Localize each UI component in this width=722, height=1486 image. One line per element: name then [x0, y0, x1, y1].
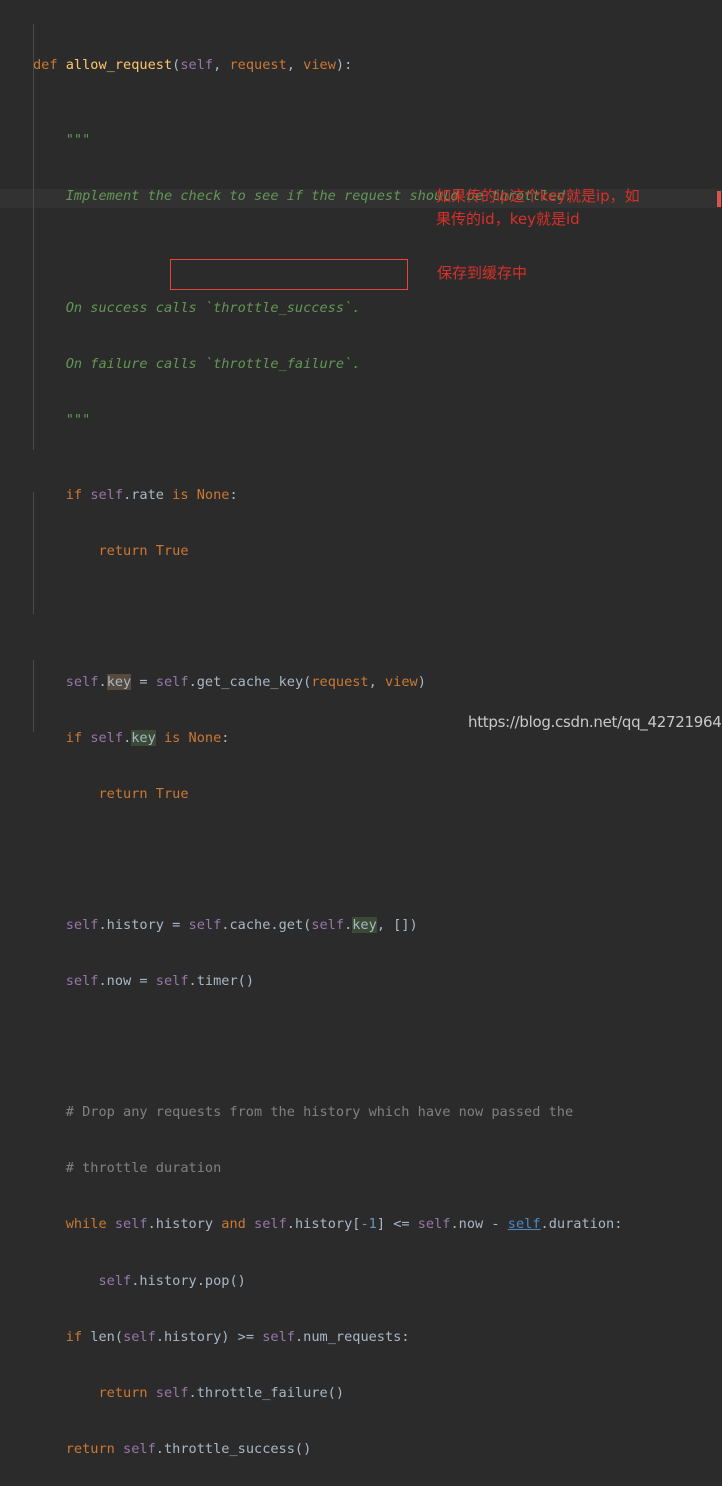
code-line[interactable]: if self.key is None:	[0, 729, 722, 748]
code-line[interactable]: return True	[0, 785, 722, 804]
code-editor-view[interactable]: def allow_request(self, request, view): …	[0, 0, 722, 1457]
code-line[interactable]: self.now = self.timer()	[0, 972, 722, 991]
code-line[interactable]: if self.rate is None:	[0, 486, 722, 505]
token-key-read: key	[131, 730, 156, 747]
code-line[interactable]: On failure calls `throttle_failure`.	[0, 355, 722, 374]
annotation-key-source: 如果传的ip这个key就是ip，如 果传的id，key就是id	[436, 187, 640, 228]
token-key-write: key	[106, 674, 132, 691]
token-self-link[interactable]: self	[508, 1216, 541, 1232]
watermark-url: https://blog.csdn.net/qq_42721964	[468, 713, 722, 731]
code-line[interactable]: while self.history and self.history[-1] …	[0, 1215, 722, 1234]
code-line[interactable]: self.history.pop()	[0, 1272, 722, 1291]
token-comment: # throttle duration	[65, 1160, 222, 1177]
code-line[interactable]: # throttle duration	[0, 1159, 722, 1178]
code-line[interactable]: """	[0, 131, 722, 150]
token-docstring: """	[65, 131, 91, 148]
code-line[interactable]: return self.throttle_failure()	[0, 1384, 722, 1403]
annotation-save-to-cache: 保存到缓存中	[437, 264, 528, 282]
token-docstring: On failure calls `throttle_failure`.	[65, 356, 361, 373]
code-line[interactable]: def allow_request(self, request, view):	[0, 56, 722, 75]
code-line[interactable]	[0, 1028, 722, 1047]
code-line-current[interactable]: self.key = self.get_cache_key(request, v…	[0, 673, 722, 692]
code-line[interactable]: self.history = self.cache.get(self.key, …	[0, 916, 722, 935]
token-self: self	[180, 57, 214, 74]
token-key-read: key	[352, 917, 377, 934]
code-line[interactable]	[0, 243, 722, 262]
token-keyword-def: def	[33, 57, 66, 74]
code-line[interactable]: if len(self.history) >= self.num_request…	[0, 1328, 722, 1347]
token-docstring: On success calls `throttle_success`.	[65, 300, 361, 317]
code-line[interactable]: return self.throttle_success()	[0, 1440, 722, 1459]
token-docstring: """	[65, 412, 91, 429]
code-line[interactable]: """	[0, 411, 722, 430]
code-line[interactable]: On success calls `throttle_success`.	[0, 299, 722, 318]
code-line[interactable]: return True	[0, 542, 722, 561]
code-line[interactable]: # Drop any requests from the history whi…	[0, 1103, 722, 1122]
code-line[interactable]	[0, 598, 722, 617]
code-line[interactable]	[0, 841, 722, 860]
token-function-name: allow_request	[65, 57, 173, 74]
token-comment: # Drop any requests from the history whi…	[65, 1104, 574, 1121]
